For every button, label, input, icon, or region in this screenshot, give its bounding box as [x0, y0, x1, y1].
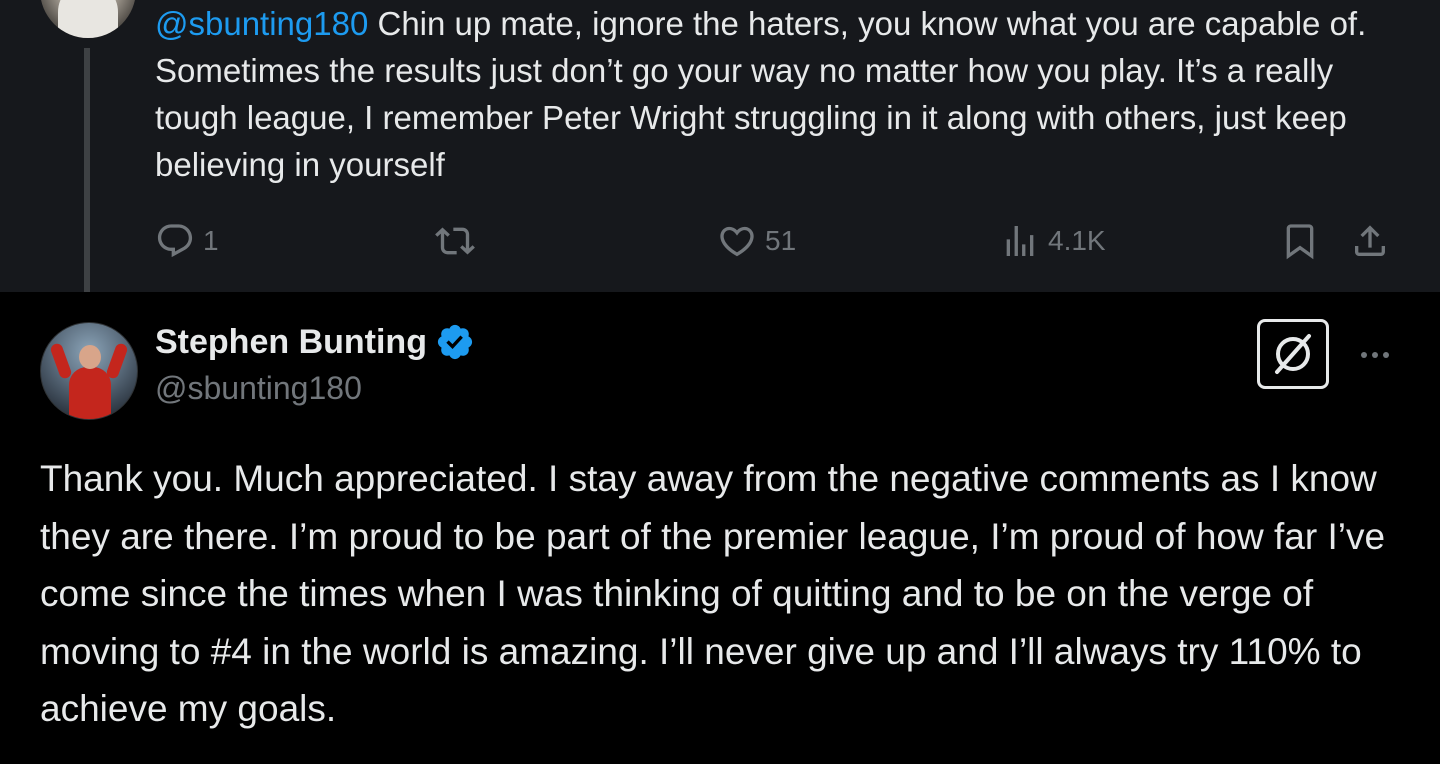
avatar-arm-right: [105, 342, 129, 380]
tweet-actions: 1 51 4.1K: [155, 218, 1395, 264]
view-count: 4.1K: [1048, 225, 1106, 256]
more-button[interactable]: [1355, 340, 1395, 370]
main-tweet[interactable]: Stephen Bunting @sbunting180 Thank you. …: [0, 292, 1440, 764]
share-icon: [1355, 225, 1385, 256]
verified-badge-icon[interactable]: [435, 322, 475, 362]
reply-button[interactable]: 1: [155, 218, 219, 264]
avatar-arm-left: [49, 342, 73, 380]
avatar-head: [79, 345, 101, 369]
parent-avatar[interactable]: [40, 0, 136, 38]
parent-tweet-text: @sbunting180 Chin up mate, ignore the ha…: [155, 0, 1395, 188]
more-icon-dot: [1383, 352, 1389, 358]
share-button[interactable]: [1350, 218, 1390, 264]
heart-icon: [720, 226, 754, 257]
avatar-shirt: [58, 0, 118, 38]
main-tweet-text: Thank you. Much appreciated. I stay away…: [40, 458, 1386, 729]
author-handle[interactable]: @sbunting180: [155, 370, 362, 407]
retweet-icon: [435, 227, 475, 255]
reply-count: 1: [203, 225, 219, 256]
thread-line: [84, 48, 90, 308]
mention-link[interactable]: @sbunting180: [155, 5, 368, 42]
views-icon: [1006, 226, 1034, 256]
more-icon-dot: [1372, 352, 1378, 358]
like-count: 51: [765, 225, 797, 256]
reply-icon: [157, 224, 193, 258]
avatar-body: [69, 367, 111, 419]
author-display-name[interactable]: Stephen Bunting: [155, 323, 427, 362]
bookmark-icon: [1286, 224, 1314, 260]
parent-tweet[interactable]: @sbunting180 Chin up mate, ignore the ha…: [0, 0, 1440, 292]
bookmark-button[interactable]: [1280, 218, 1320, 264]
views-button[interactable]: 4.1K: [1000, 218, 1106, 264]
like-button[interactable]: 51: [717, 218, 796, 264]
author-avatar[interactable]: [40, 322, 138, 420]
more-icon-dot: [1361, 352, 1367, 358]
grok-icon: [1275, 334, 1311, 374]
author-name[interactable]: Stephen Bunting: [155, 322, 475, 362]
retweet-button[interactable]: [435, 218, 475, 264]
grok-button[interactable]: [1257, 319, 1329, 389]
